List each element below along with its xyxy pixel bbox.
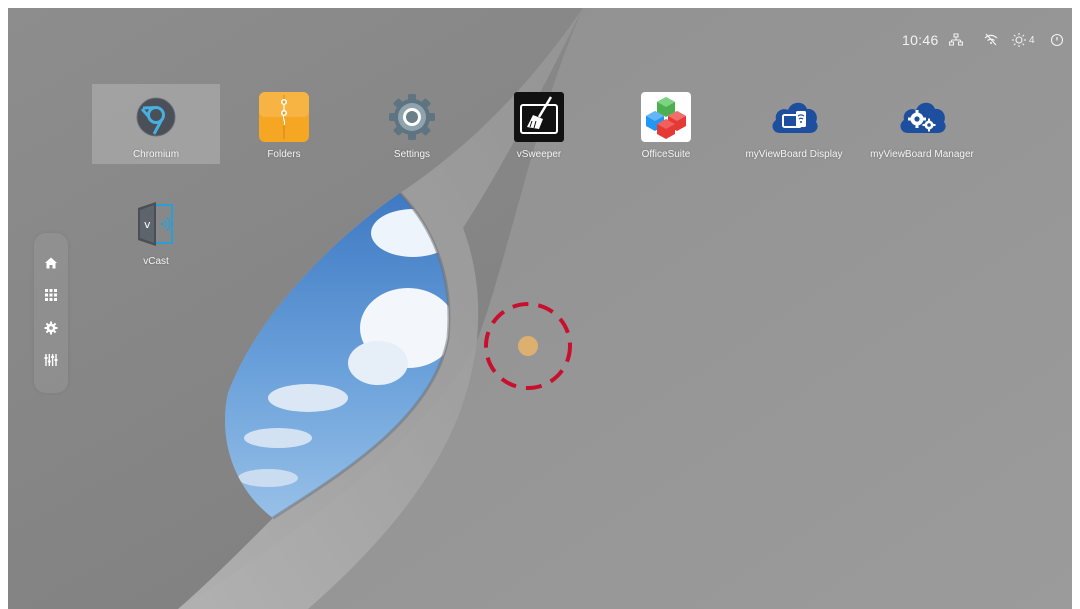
app-label: vCast (143, 256, 169, 267)
svg-text:v: v (144, 218, 151, 231)
touch-point-indicator (484, 302, 572, 390)
apps-button[interactable] (39, 283, 63, 307)
app-myviewboard-display[interactable]: myViewBoard Display (730, 84, 858, 164)
app-label: Settings (393, 149, 431, 160)
app-label: myViewBoard Display (745, 149, 843, 160)
officesuite-cubes-icon (641, 92, 691, 142)
app-chromium[interactable]: Chromium (92, 84, 220, 164)
equalizer-icon (44, 354, 58, 366)
settings-gear-icon (389, 94, 435, 140)
folders-icon (259, 92, 309, 142)
brightness-icon[interactable] (1011, 32, 1027, 48)
app-label: Chromium (132, 149, 180, 160)
app-folders[interactable]: Folders (220, 84, 348, 164)
home-screen: 10:46 4 Chromium Folders Settings vSweep… (8, 8, 1072, 609)
home-button[interactable] (39, 251, 63, 275)
settings-icon (44, 321, 58, 335)
wifi-off-icon[interactable] (983, 32, 999, 48)
app-officesuite[interactable]: OfficeSuite (602, 84, 730, 164)
side-toolbar (34, 233, 68, 393)
app-vcast[interactable]: v vCast (92, 191, 220, 271)
ethernet-icon[interactable] (949, 32, 963, 48)
app-vsweeper[interactable]: vSweeper (475, 84, 603, 164)
vcast-door-icon: v (138, 202, 173, 246)
app-myviewboard-manager[interactable]: myViewBoard Manager (858, 84, 986, 164)
brightness-level: 4 (1029, 34, 1035, 46)
vsweeper-broom-icon (514, 92, 564, 142)
myviewboard-manager-cloud-icon (900, 102, 946, 133)
clock: 10:46 (902, 32, 939, 48)
home-icon (45, 257, 57, 269)
app-label: myViewBoard Manager (870, 149, 974, 160)
settings-button[interactable] (39, 316, 63, 340)
app-label: Folders (267, 149, 301, 160)
app-label: vSweeper (516, 149, 562, 160)
app-settings[interactable]: Settings (348, 84, 476, 164)
equalizer-button[interactable] (39, 348, 63, 372)
chromium-icon (136, 97, 176, 137)
app-label: OfficeSuite (641, 149, 691, 160)
myviewboard-display-cloud-icon (772, 102, 818, 133)
apps-grid-icon (45, 289, 57, 301)
power-icon[interactable] (1050, 32, 1064, 48)
